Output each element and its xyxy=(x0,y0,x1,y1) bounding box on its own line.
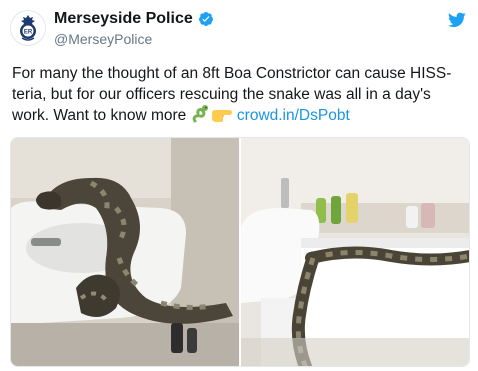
svg-text:ER: ER xyxy=(24,30,33,36)
display-name[interactable]: Merseyside Police xyxy=(54,9,193,29)
tweet-link[interactable]: crowd.in/DsPobt xyxy=(237,107,350,124)
tweet-text: For many the thought of an 8ft Boa Const… xyxy=(12,63,470,126)
snake-on-sink-image xyxy=(11,138,239,366)
snake-emoji-icon xyxy=(192,105,208,123)
tweet-media xyxy=(10,137,470,367)
police-crest-icon: ER xyxy=(20,15,36,41)
snake-along-bath-image xyxy=(241,138,469,366)
verified-badge-icon xyxy=(198,12,213,26)
snake-on-sink-photo[interactable] xyxy=(11,138,239,366)
pointing-right-emoji-icon xyxy=(211,110,232,122)
twitter-bird-icon[interactable] xyxy=(448,12,466,28)
user-handle[interactable]: @MerseyPolice xyxy=(54,30,214,48)
tweet-header: Merseyside Police @MerseyPolice xyxy=(54,9,214,48)
tweet-card: ER Merseyside Police @MerseyPolice For m… xyxy=(0,0,478,371)
snake-along-bath-photo[interactable] xyxy=(241,138,469,366)
police-crest-avatar[interactable]: ER xyxy=(10,10,46,46)
